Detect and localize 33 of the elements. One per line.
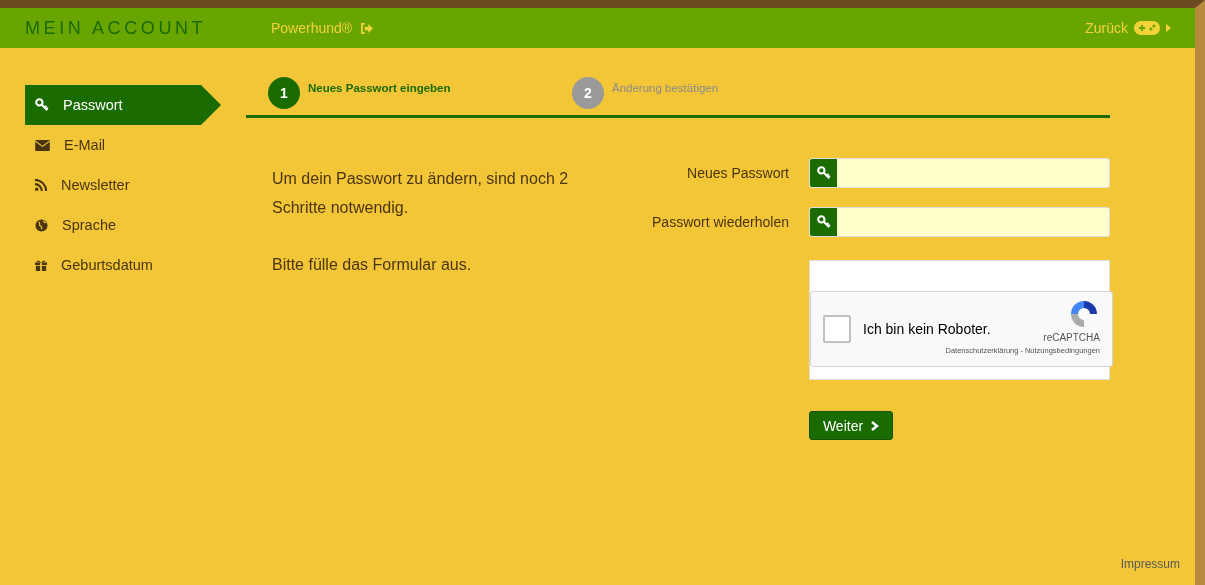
sidebar-item[interactable]: Passwort <box>25 85 221 125</box>
gamepad-icon <box>1134 21 1160 35</box>
rss-icon <box>35 179 47 191</box>
imprint-link[interactable]: Impressum <box>1120 557 1180 571</box>
sidebar-item[interactable]: E-Mail <box>25 125 221 165</box>
step-number: 1 <box>268 77 300 109</box>
key-icon <box>35 98 49 112</box>
page-title: MEIN ACCOUNT <box>25 17 208 39</box>
captcha-checkbox[interactable] <box>823 315 851 343</box>
globe-icon <box>35 218 48 232</box>
sidebar-item[interactable]: Geburtsdatum <box>25 245 221 285</box>
key-icon <box>816 215 831 229</box>
password-field[interactable] <box>809 158 1110 188</box>
key-icon <box>816 166 831 180</box>
step-label: Neues Passwort eingeben <box>308 82 451 94</box>
chevron-icon <box>871 420 880 431</box>
sidebar-item[interactable]: Sprache <box>25 205 221 245</box>
gift-icon <box>35 259 47 271</box>
field-label: Passwort wiederholen <box>651 214 790 230</box>
step-number: 2 <box>572 77 604 109</box>
logout-icon <box>360 22 374 34</box>
password-field[interactable] <box>809 207 1110 237</box>
sidebar-item[interactable]: Newsletter <box>25 165 221 205</box>
field-label: Neues Passwort <box>686 165 790 181</box>
captcha-label: Ich bin kein Roboter. <box>863 321 991 337</box>
intro-text: Bitte fülle das Formular aus. <box>272 255 473 275</box>
step-label: Änderung bestätigen <box>612 82 719 94</box>
recaptcha-icon <box>1068 298 1100 330</box>
captcha-brand: reCAPTCHA <box>1043 332 1100 343</box>
intro-text: Um dein Passwort zu ändern, sind noch 2 Schritte notwendig. <box>272 169 570 218</box>
next-button[interactable]: Weiter <box>809 411 893 440</box>
caret-icon <box>1166 24 1171 32</box>
envelope-icon <box>35 139 50 151</box>
